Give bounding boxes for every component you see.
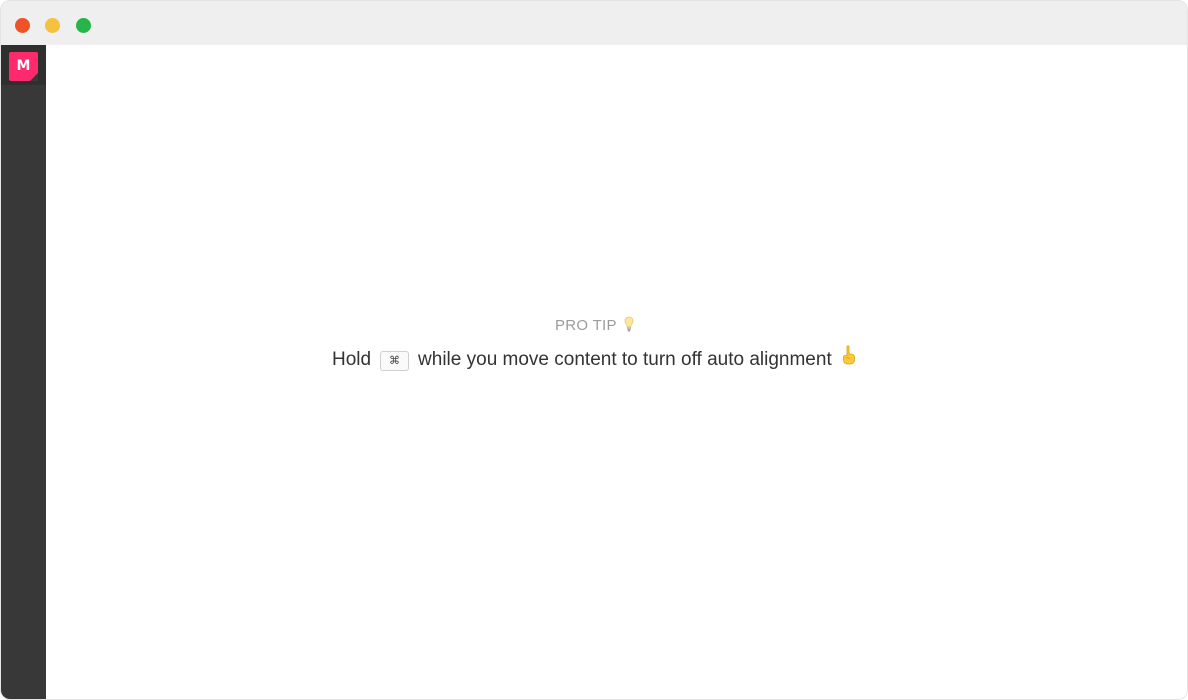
tip-text-hold: Hold: [331, 349, 372, 370]
pro-tip-label: PRO TIP: [554, 317, 617, 334]
pro-tip-message: Hold ⌘ while you move content to turn off …: [46, 345, 1143, 371]
pro-tip: PRO TIP Hold ⌘ while you move content to t…: [46, 316, 1143, 371]
sidebar: M: [1, 45, 46, 699]
close-window-button[interactable]: [15, 18, 30, 33]
command-key: ⌘: [380, 351, 410, 371]
minimize-window-button[interactable]: [45, 18, 60, 33]
tip-text-rest: while you move content to turn off auto …: [418, 349, 832, 370]
app-logo[interactable]: M: [9, 52, 38, 81]
sidebar-header: M: [1, 45, 46, 85]
main-content: PRO TIP Hold ⌘ while you move content to t…: [46, 45, 1187, 699]
pro-tip-heading: PRO TIP: [46, 316, 1143, 336]
pointing-up-finger-icon: [843, 345, 855, 365]
logo-letter: M: [16, 58, 31, 74]
app-window: M PRO TIP Hold ⌘ while you move content to…: [0, 0, 1188, 700]
maximize-window-button[interactable]: [76, 18, 91, 33]
light-bulb-icon: [624, 316, 634, 332]
title-bar: [1, 1, 1187, 45]
logo-fold-corner: [30, 73, 38, 81]
